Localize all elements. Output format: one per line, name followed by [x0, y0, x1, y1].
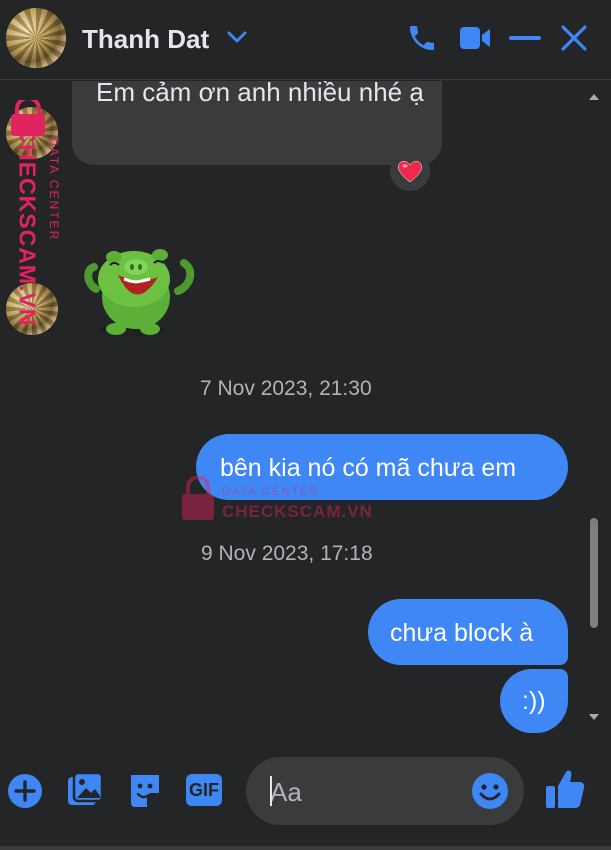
watermark-subtitle: DATA CENTER [47, 137, 61, 242]
plus-icon[interactable] [7, 773, 43, 809]
gif-icon[interactable]: GIF [186, 774, 222, 806]
scrollbar[interactable] [589, 93, 599, 723]
watermark-brand: CHECKSCAM.VN [222, 502, 373, 521]
outgoing-message: chưa block à [368, 599, 568, 665]
like-icon[interactable] [545, 768, 585, 810]
chevron-down-icon[interactable] [226, 29, 248, 45]
outgoing-message: :)) [500, 669, 568, 733]
timestamp: 9 Nov 2023, 17:18 [201, 542, 373, 565]
scroll-down-icon[interactable] [589, 713, 599, 721]
message-input[interactable] [268, 771, 462, 813]
window-bottom-edge [0, 846, 611, 850]
composer-bar: GIF [0, 736, 611, 850]
phone-icon[interactable] [406, 22, 438, 54]
photo-icon[interactable] [66, 771, 104, 809]
watermark-brand: CHECKSCAM.VN [14, 126, 41, 327]
close-icon[interactable] [560, 24, 588, 52]
lock-logo-icon [182, 476, 214, 520]
sticker-icon[interactable] [127, 771, 163, 809]
scroll-up-icon[interactable] [589, 93, 599, 101]
text-caret [270, 776, 272, 806]
chat-header: Thanh Dat [0, 0, 611, 80]
contact-avatar[interactable] [6, 8, 66, 68]
watermark-subtitle: DATA CENTER [222, 486, 320, 498]
scroll-thumb[interactable] [590, 518, 598, 628]
incoming-message: Em cảm ơn anh nhiều nhé ạ [72, 81, 442, 165]
heart-reaction-icon[interactable] [390, 151, 430, 191]
message-input-box[interactable] [246, 757, 524, 825]
timestamp: 7 Nov 2023, 21:30 [200, 377, 372, 400]
minimize-icon[interactable] [509, 36, 541, 42]
incoming-message-text: Em cảm ơn anh nhiều nhé ạ [96, 81, 424, 107]
contact-name[interactable]: Thanh Dat [82, 24, 209, 55]
watermark-center: DATA CENTER CHECKSCAM.VN [180, 476, 390, 526]
green-pig-sticker[interactable] [84, 239, 200, 339]
message-list[interactable]: Em cảm ơn anh nhiều nhé ạ 7 Nov 2023, 21… [0, 81, 611, 736]
heart-icon [398, 161, 422, 183]
watermark: CHECKSCAM.VN DATA CENTER [8, 100, 61, 350]
emoji-icon[interactable] [470, 771, 510, 811]
video-icon[interactable] [459, 24, 491, 52]
